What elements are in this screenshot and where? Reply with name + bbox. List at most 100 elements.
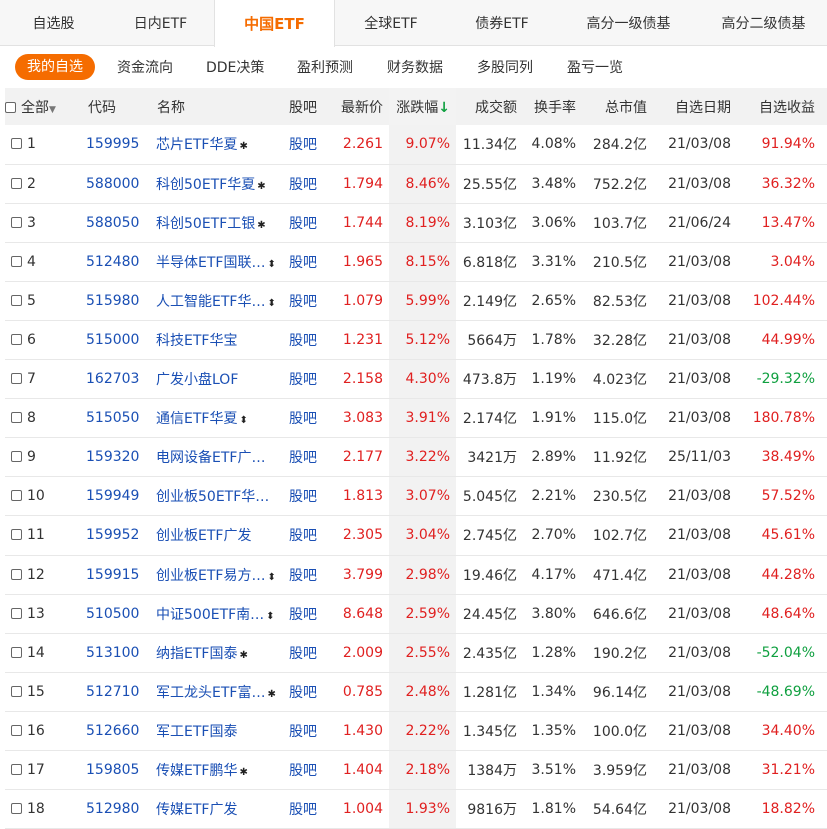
table-row[interactable]: 15 512710 军工龙头ETF富… ✱ 股吧 0.785 2.48% 1.281亿 1.34…: [5, 672, 827, 712]
row-checkbox[interactable]: [11, 255, 22, 267]
table-row[interactable]: 8 515050 通信ETF华夏 ⬍ 股吧 3.083 3.91% 2.174亿 1.91% 11…: [5, 398, 827, 438]
row-checkbox[interactable]: [11, 412, 22, 424]
header-change[interactable]: 涨跌幅↓: [389, 88, 456, 125]
tab-intraday-etf[interactable]: 日内ETF: [107, 0, 214, 46]
tab-grade2-bond-fund[interactable]: 高分二级债基: [700, 0, 827, 46]
header-code[interactable]: 代码: [79, 88, 151, 125]
stock-code-link[interactable]: 515980: [86, 293, 139, 309]
header-turnover[interactable]: 成交额: [456, 88, 523, 125]
subnav-profit-loss[interactable]: 盈亏一览: [567, 57, 623, 77]
table-row[interactable]: 16 512660 军工ETF国泰 股吧 1.430 2.22% 1.345亿 1.35% 10…: [5, 711, 827, 751]
stock-name-link[interactable]: 传媒ETF广发: [156, 802, 237, 818]
row-checkbox[interactable]: [11, 646, 22, 658]
stock-name-link[interactable]: 人工智能ETF华…: [156, 294, 265, 310]
row-checkbox[interactable]: [11, 529, 22, 541]
caret-down-icon[interactable]: ▼: [49, 105, 56, 115]
table-row[interactable]: 11 159952 创业板ETF广发 股吧 2.305 3.04% 2.745亿 2.70% 1…: [5, 515, 827, 556]
row-checkbox[interactable]: [11, 568, 22, 580]
guba-link[interactable]: 股吧: [289, 137, 317, 153]
stock-code-link[interactable]: 512980: [86, 801, 139, 817]
table-row[interactable]: 1 159995 芯片ETF华夏 ✱ 股吧 2.261 9.07% 11.34亿 4.08% 28…: [5, 125, 827, 165]
guba-link[interactable]: 股吧: [289, 294, 317, 310]
subnav-multi-stock[interactable]: 多股同列: [477, 57, 533, 77]
table-row[interactable]: 9 159320 电网设备ETF广… 股吧 2.177 3.22% 3421万 2.89% 11…: [5, 437, 827, 477]
stock-code-link[interactable]: 512660: [86, 723, 139, 739]
stock-code-link[interactable]: 159805: [86, 762, 139, 778]
table-row[interactable]: 4 512480 半导体ETF国联… ⬍ 股吧 1.965 8.15% 6.818亿 3.31%…: [5, 242, 827, 282]
row-checkbox[interactable]: [11, 294, 22, 306]
subnav-financial-data[interactable]: 财务数据: [387, 57, 443, 77]
stock-code-link[interactable]: 159952: [86, 527, 139, 543]
row-checkbox[interactable]: [11, 724, 22, 736]
header-select-all[interactable]: 全部▼: [5, 88, 79, 125]
stock-name-link[interactable]: 中证500ETF南…: [156, 607, 264, 623]
tab-grade1-bond-fund[interactable]: 高分一级债基: [557, 0, 700, 46]
stock-code-link[interactable]: 510500: [86, 606, 139, 622]
stock-code-link[interactable]: 515050: [86, 410, 139, 426]
row-checkbox[interactable]: [11, 334, 22, 346]
subnav-money-flow[interactable]: 资金流向: [117, 57, 173, 77]
tab-bond-etf[interactable]: 债券ETF: [447, 0, 557, 46]
tab-china-etf[interactable]: 中国ETF: [214, 0, 335, 47]
header-price[interactable]: 最新价: [331, 88, 389, 125]
table-row[interactable]: 18 512980 传媒ETF广发 股吧 1.004 1.93% 9816万 1.81% 54.…: [5, 789, 827, 829]
guba-link[interactable]: 股吧: [289, 177, 317, 193]
stock-name-link[interactable]: 创业板50ETF华…: [156, 489, 269, 505]
stock-name-link[interactable]: 电网设备ETF广…: [156, 450, 265, 466]
table-row[interactable]: 14 513100 纳指ETF国泰 ✱ 股吧 2.009 2.55% 2.435亿 1.28% 1…: [5, 633, 827, 673]
stock-name-link[interactable]: 军工龙头ETF富…: [156, 685, 265, 701]
stock-code-link[interactable]: 515000: [86, 332, 139, 348]
guba-link[interactable]: 股吧: [289, 489, 317, 505]
table-row[interactable]: 5 515980 人工智能ETF华… ⬍ 股吧 1.079 5.99% 2.149亿 2.65%…: [5, 281, 827, 321]
row-checkbox[interactable]: [11, 216, 22, 228]
row-checkbox[interactable]: [11, 607, 22, 619]
table-row[interactable]: 12 159915 创业板ETF易方… ⬍ 股吧 3.799 2.98% 19.46亿 4.17…: [5, 555, 827, 595]
guba-link[interactable]: 股吧: [289, 568, 317, 584]
subnav-my-watchlist[interactable]: 我的自选: [15, 54, 95, 80]
stock-code-link[interactable]: 159995: [86, 136, 139, 152]
stock-name-link[interactable]: 科技ETF华宝: [156, 333, 237, 349]
stock-name-link[interactable]: 军工ETF国泰: [156, 724, 237, 740]
header-rate[interactable]: 换手率: [523, 88, 582, 125]
guba-link[interactable]: 股吧: [289, 763, 317, 779]
row-checkbox[interactable]: [11, 685, 22, 697]
table-row[interactable]: 2 588000 科创50ETF华夏 ✱ 股吧 1.794 8.46% 25.55亿 3.48%…: [5, 164, 827, 204]
stock-name-link[interactable]: 传媒ETF鹏华: [156, 763, 237, 779]
guba-link[interactable]: 股吧: [289, 724, 317, 740]
tab-watchlist[interactable]: 自选股: [0, 0, 107, 46]
guba-link[interactable]: 股吧: [289, 646, 317, 662]
guba-link[interactable]: 股吧: [289, 685, 317, 701]
table-row[interactable]: 7 162703 广发小盘LOF 股吧 2.158 4.30% 473.8万 1.19% 4.0…: [5, 359, 827, 399]
stock-name-link[interactable]: 半导体ETF国联…: [156, 255, 265, 271]
stock-name-link[interactable]: 创业板ETF广发: [156, 528, 251, 544]
table-row[interactable]: 6 515000 科技ETF华宝 股吧 1.231 5.12% 5664万 1.78% 32.2…: [5, 320, 827, 360]
subnav-profit-forecast[interactable]: 盈利预测: [297, 57, 353, 77]
stock-code-link[interactable]: 159320: [86, 449, 139, 465]
subnav-dde-decision[interactable]: DDE决策: [206, 57, 264, 77]
table-row[interactable]: 10 159949 创业板50ETF华… 股吧 1.813 3.07% 5.045亿 2.21…: [5, 476, 827, 516]
stock-name-link[interactable]: 芯片ETF华夏: [156, 137, 237, 153]
stock-code-link[interactable]: 588000: [86, 176, 139, 192]
guba-link[interactable]: 股吧: [289, 372, 317, 388]
stock-code-link[interactable]: 162703: [86, 371, 139, 387]
stock-name-link[interactable]: 科创50ETF华夏: [156, 177, 255, 193]
sort-desc-arrow-icon[interactable]: ↓: [438, 100, 450, 116]
row-checkbox[interactable]: [11, 764, 22, 776]
row-checkbox[interactable]: [11, 451, 22, 463]
guba-link[interactable]: 股吧: [289, 802, 317, 818]
header-gain[interactable]: 自选收益: [737, 88, 827, 125]
row-checkbox[interactable]: [11, 490, 22, 502]
stock-name-link[interactable]: 纳指ETF国泰: [156, 646, 237, 662]
header-cap[interactable]: 总市值: [582, 88, 653, 125]
guba-link[interactable]: 股吧: [289, 255, 317, 271]
stock-code-link[interactable]: 159949: [86, 488, 139, 504]
header-date[interactable]: 自选日期: [653, 88, 737, 125]
stock-name-link[interactable]: 广发小盘LOF: [156, 372, 238, 388]
stock-code-link[interactable]: 588050: [86, 215, 139, 231]
guba-link[interactable]: 股吧: [289, 450, 317, 466]
guba-link[interactable]: 股吧: [289, 411, 317, 427]
guba-link[interactable]: 股吧: [289, 333, 317, 349]
row-checkbox[interactable]: [11, 138, 22, 150]
table-row[interactable]: 13 510500 中证500ETF南… ⬍ 股吧 8.648 2.59% 24.45亿 3.8…: [5, 594, 827, 634]
header-name[interactable]: 名称: [151, 88, 282, 125]
